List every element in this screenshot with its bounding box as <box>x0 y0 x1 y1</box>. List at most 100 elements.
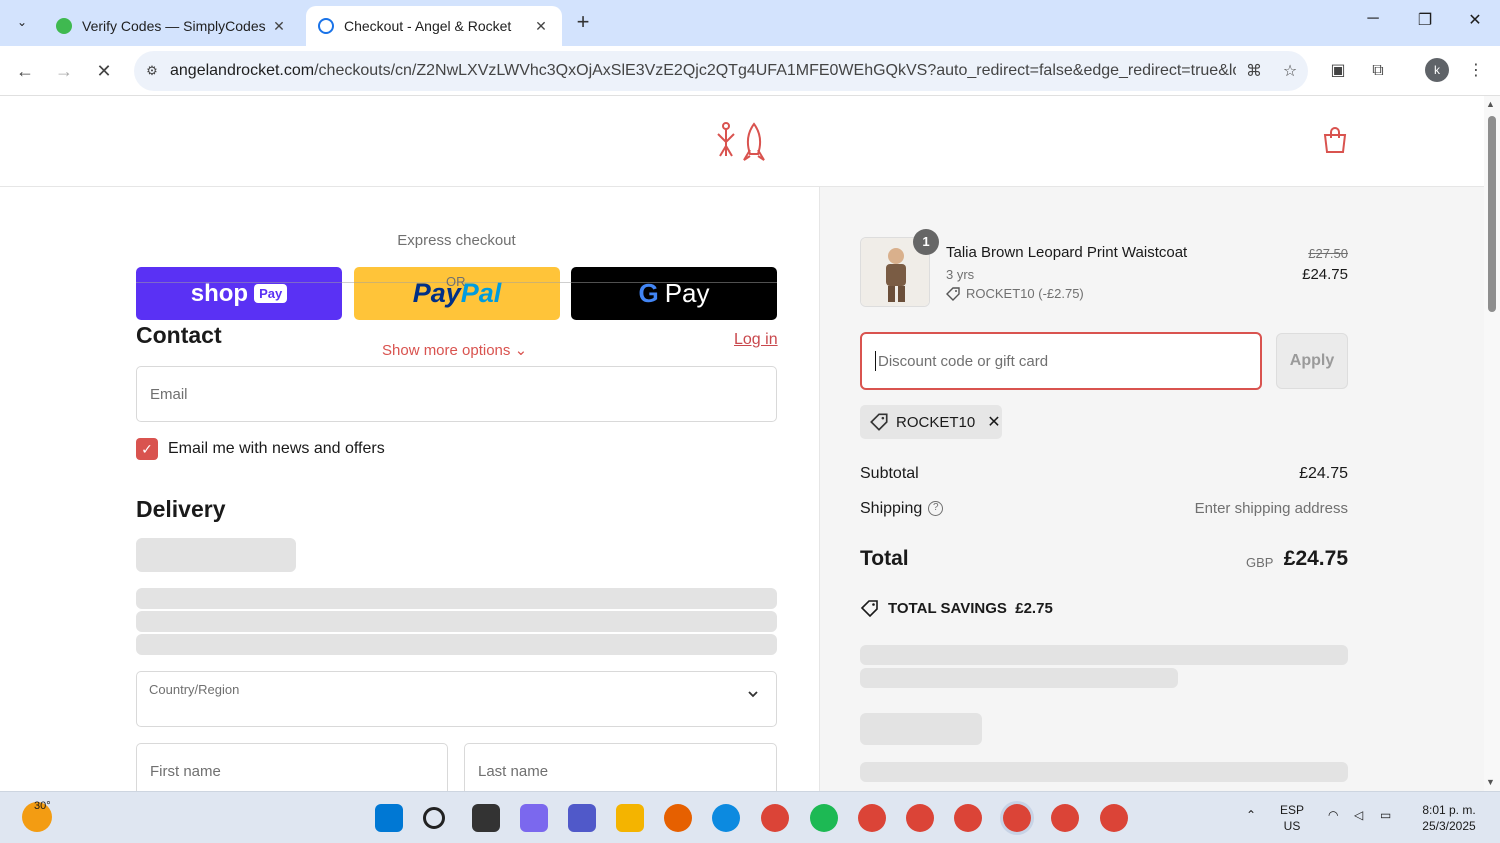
windows-taskbar: 30° ⌃ ESP US ◠ ◁ ▭ 8:01 p. m. 25/3/2025 <box>0 791 1500 843</box>
loading-placeholder <box>136 588 777 609</box>
google-pay-button[interactable]: G Pay <box>571 267 777 320</box>
scroll-down-icon[interactable]: ▼ <box>1486 777 1495 787</box>
chrome-profile-icon[interactable] <box>954 804 982 832</box>
teams-icon[interactable] <box>568 804 596 832</box>
help-question-icon[interactable]: ? <box>928 501 944 517</box>
loading-placeholder <box>860 645 1348 665</box>
login-link[interactable]: Log in <box>734 331 778 349</box>
minimize-icon[interactable]: ─ <box>1358 10 1388 28</box>
total-savings: TOTAL SAVINGS £2.75 <box>860 599 1053 617</box>
menu-kebab-icon[interactable]: ⋮ <box>1462 58 1490 86</box>
close-tab-icon[interactable]: ✕ <box>270 18 288 35</box>
address-bar[interactable]: ⚙ angelandrocket.com/checkouts/cn/Z2NwLX… <box>134 51 1308 91</box>
chrome-profile-icon[interactable] <box>906 804 934 832</box>
shipping-value: Enter shipping address <box>1194 500 1348 517</box>
applied-code-chip: ROCKET10 ✕ <box>860 405 1002 439</box>
chrome-icon[interactable] <box>761 804 789 832</box>
last-name-field[interactable]: Last name <box>464 743 777 791</box>
product-name: Talia Brown Leopard Print Waistcoat <box>946 244 1188 261</box>
savings-tag-icon <box>860 600 878 617</box>
tab-checkout[interactable]: Checkout - Angel & Rocket ✕ <box>306 6 562 46</box>
windows-start-icon[interactable] <box>375 804 403 832</box>
text-caret <box>875 351 876 371</box>
browser-tab-bar: ⌄ Verify Codes — SimplyCodes ✕ Checkout … <box>0 0 1500 46</box>
battery-icon[interactable]: ▭ <box>1380 808 1391 822</box>
show-more-options-link[interactable]: Show more options ⌄ <box>382 341 527 359</box>
total-value: £24.75 <box>1283 547 1348 570</box>
news-checkbox[interactable]: ✓ <box>136 438 158 460</box>
country-region-label: Country/Region <box>149 682 240 697</box>
wifi-icon[interactable]: ◠ <box>1328 808 1338 822</box>
close-window-icon[interactable]: ✕ <box>1460 10 1490 30</box>
or-text: OR <box>446 274 466 289</box>
email-field[interactable]: Email <box>136 366 777 422</box>
loading-placeholder <box>136 538 296 572</box>
shop-pay-button[interactable]: shop Pay <box>136 267 342 320</box>
contact-heading: Contact <box>136 322 222 348</box>
tab-title: Checkout - Angel & Rocket <box>344 18 512 34</box>
temperature: 30° <box>34 800 51 812</box>
first-name-field[interactable]: First name <box>136 743 448 791</box>
scrollbar-thumb[interactable] <box>1488 116 1496 312</box>
product-variant: 3 yrs <box>946 267 975 282</box>
chrome-profile-active-icon[interactable] <box>1003 804 1031 832</box>
forward-icon[interactable]: → <box>50 58 78 86</box>
copilot-icon[interactable] <box>520 804 548 832</box>
loading-placeholder <box>860 762 1348 782</box>
store-header <box>0 96 1484 187</box>
chevron-down-icon <box>748 691 758 698</box>
tab-simplycodes[interactable]: Verify Codes — SimplyCodes ✕ <box>44 6 300 46</box>
search-icon[interactable] <box>423 807 445 829</box>
product-discount: ROCKET10 (-£2.75) <box>946 286 1084 301</box>
new-tab-icon[interactable]: + <box>570 10 596 36</box>
loading-placeholder <box>860 668 1178 688</box>
extension-icon[interactable]: ▣ <box>1324 58 1352 86</box>
currency-code: GBP <box>1246 555 1274 570</box>
chrome-profile-icon[interactable] <box>858 804 886 832</box>
chrome-profile-icon[interactable] <box>1051 804 1079 832</box>
checkout-page: Express checkout shop Pay Pay Pal G Pay OR … <box>0 96 1484 791</box>
loading-placeholder <box>860 713 982 745</box>
profile-avatar[interactable]: k <box>1425 58 1449 82</box>
tab-title: Verify Codes — SimplyCodes <box>82 18 266 34</box>
original-price: £27.50 <box>1308 246 1348 261</box>
discounted-price: £24.75 <box>1302 266 1348 283</box>
language-indicator[interactable]: ESP US <box>1280 802 1304 834</box>
loading-placeholder <box>136 634 777 655</box>
extensions-puzzle-icon[interactable]: ⧉ <box>1364 58 1392 86</box>
shipping-label: Shipping? <box>860 500 944 518</box>
edge-icon[interactable] <box>712 804 740 832</box>
bookmark-star-icon[interactable]: ☆ <box>1272 61 1308 81</box>
discount-code-input[interactable]: Discount code or gift card <box>860 332 1262 390</box>
back-icon[interactable]: ← <box>11 58 39 86</box>
browser-toolbar: ← → ✕ ⚙ angelandrocket.com/checkouts/cn/… <box>0 46 1500 96</box>
stop-loading-icon[interactable]: ✕ <box>90 58 118 86</box>
task-view-icon[interactable] <box>472 804 500 832</box>
spotify-icon[interactable] <box>810 804 838 832</box>
translate-icon[interactable]: ⌘ <box>1236 61 1272 81</box>
loading-placeholder <box>136 611 777 632</box>
show-hidden-icons-icon[interactable]: ⌃ <box>1246 808 1256 822</box>
close-tab-icon[interactable]: ✕ <box>532 18 550 35</box>
page-scrollbar[interactable]: ▲ ▼ <box>1484 96 1500 791</box>
file-explorer-icon[interactable] <box>616 804 644 832</box>
firefox-icon[interactable] <box>664 804 692 832</box>
country-region-select[interactable] <box>136 671 777 727</box>
apply-discount-button[interactable]: Apply <box>1276 333 1348 389</box>
url-text[interactable]: angelandrocket.com/checkouts/cn/Z2NwLXVz… <box>170 62 1236 80</box>
delivery-heading: Delivery <box>136 496 226 522</box>
remove-code-icon[interactable]: ✕ <box>987 412 1000 432</box>
angel-rocket-logo-icon[interactable] <box>712 120 772 164</box>
clock[interactable]: 8:01 p. m. 25/3/2025 <box>1412 802 1486 834</box>
site-info-icon[interactable]: ⚙ <box>134 63 170 79</box>
tab-search-icon[interactable]: ⌄ <box>8 8 36 36</box>
scroll-up-icon[interactable]: ▲ <box>1486 99 1495 109</box>
subtotal-label: Subtotal <box>860 465 919 482</box>
simplycodes-favicon-icon <box>56 18 72 34</box>
tag-icon <box>870 413 888 431</box>
volume-icon[interactable]: ◁ <box>1354 808 1363 822</box>
loading-favicon-icon <box>318 18 334 34</box>
chrome-profile-icon[interactable] <box>1100 804 1128 832</box>
restore-icon[interactable]: ❐ <box>1410 10 1440 30</box>
shopping-bag-icon[interactable] <box>1322 126 1348 154</box>
